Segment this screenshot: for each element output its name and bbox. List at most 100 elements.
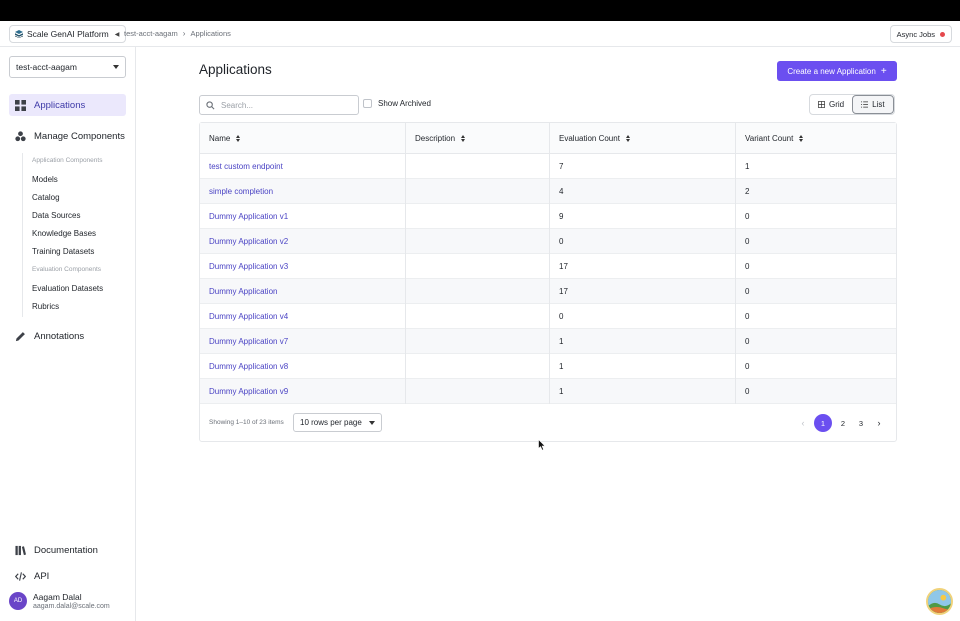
table-row[interactable]: Dummy Application 17 0 <box>200 279 896 304</box>
grid-view-icon <box>818 101 825 108</box>
user-email: aagam.dalal@scale.com <box>33 603 110 610</box>
app-components-heading: Application Components <box>32 157 103 164</box>
table-header: Name Description Evaluation Count Varian… <box>200 123 896 154</box>
search-box <box>199 95 359 115</box>
platform-switcher-button[interactable]: Scale GenAI Platform ◀ <box>9 25 127 43</box>
cell-description <box>406 304 550 329</box>
sort-icon <box>625 135 630 142</box>
column-header-label: Description <box>415 134 456 143</box>
show-archived-checkbox[interactable] <box>363 99 372 108</box>
eval-components-heading: Evaluation Components <box>32 266 102 273</box>
sidebar-item-rubrics[interactable]: Rubrics <box>32 302 59 311</box>
view-toggle: Grid List <box>809 94 895 115</box>
create-application-button[interactable]: Create a new Application + <box>777 61 897 81</box>
page-button-2[interactable]: 2 <box>836 416 850 430</box>
pagination-summary: Showing 1–10 of 23 items <box>209 419 284 426</box>
caret-left-icon: ◀ <box>114 31 120 38</box>
table-row[interactable]: test custom endpoint 7 1 <box>200 154 896 179</box>
application-name-link[interactable]: Dummy Application v2 <box>200 229 406 254</box>
column-header-label: Variant Count <box>745 134 794 143</box>
next-page-button[interactable]: › <box>872 416 886 430</box>
page-button-3[interactable]: 3 <box>854 416 868 430</box>
sidebar-item-catalog[interactable]: Catalog <box>32 193 60 202</box>
list-view-icon <box>861 101 869 108</box>
column-header-name[interactable]: Name <box>200 123 406 154</box>
search-icon <box>206 100 215 109</box>
table-row[interactable]: Dummy Application v2 0 0 <box>200 229 896 254</box>
list-view-button[interactable]: List <box>852 95 894 114</box>
application-name-link[interactable]: Dummy Application v9 <box>200 379 406 404</box>
list-view-label: List <box>872 100 885 109</box>
sidebar-item-evaluation-datasets[interactable]: Evaluation Datasets <box>32 284 103 293</box>
rows-per-page-select[interactable]: 10 rows per page <box>293 413 382 432</box>
platform-name: Scale GenAI Platform <box>27 29 109 39</box>
table-row[interactable]: Dummy Application v4 0 0 <box>200 304 896 329</box>
cell-description <box>406 329 550 354</box>
sidebar-item-manage-components[interactable]: Manage Components <box>9 125 126 147</box>
landscape-avatar-icon <box>928 590 951 613</box>
table-row[interactable]: Dummy Application v3 17 0 <box>200 254 896 279</box>
user-profile[interactable]: AD Aagam Dalal aagam.dalal@scale.com <box>9 592 110 610</box>
async-jobs-button[interactable]: Async Jobs <box>889 25 952 43</box>
caret-down-icon <box>369 420 375 425</box>
table-row[interactable]: simple completion 4 2 <box>200 179 896 204</box>
cell-evaluation-count: 1 <box>550 329 736 354</box>
sidebar-item-data-sources[interactable]: Data Sources <box>32 211 80 220</box>
sidebar-item-knowledge-bases[interactable]: Knowledge Bases <box>32 229 96 238</box>
account-select[interactable]: test-acct-aagam <box>9 56 126 78</box>
table-row[interactable]: Dummy Application v7 1 0 <box>200 329 896 354</box>
sidebar-item-models[interactable]: Models <box>32 175 58 184</box>
cell-description <box>406 354 550 379</box>
main-content: Applications Create a new Application + … <box>136 47 960 621</box>
column-header-evaluation-count[interactable]: Evaluation Count <box>550 123 736 154</box>
page-title: Applications <box>199 62 272 77</box>
table-row[interactable]: Dummy Application v1 9 0 <box>200 204 896 229</box>
app-header: Scale GenAI Platform ◀ test-acct-aagam ›… <box>0 21 960 47</box>
create-application-label: Create a new Application <box>787 66 876 76</box>
show-archived-toggle[interactable]: Show Archived <box>363 99 431 108</box>
cell-evaluation-count: 0 <box>550 304 736 329</box>
assistant-avatar-button[interactable] <box>926 588 953 615</box>
cell-description <box>406 279 550 304</box>
cell-variant-count: 0 <box>745 337 750 346</box>
cell-variant-count: 0 <box>745 262 750 271</box>
table-row[interactable]: Dummy Application v8 1 0 <box>200 354 896 379</box>
cell-variant-count: 0 <box>745 312 750 321</box>
sidebar-item-applications[interactable]: Applications <box>9 94 126 116</box>
cell-evaluation-count: 7 <box>550 154 736 179</box>
application-name-link[interactable]: Dummy Application v8 <box>200 354 406 379</box>
sort-icon <box>236 135 241 142</box>
application-name-link[interactable]: test custom endpoint <box>200 154 406 179</box>
breadcrumb-current: Applications <box>190 29 231 38</box>
cell-description <box>406 379 550 404</box>
cubes-icon <box>15 130 26 141</box>
rows-per-page-value: 10 rows per page <box>300 418 362 427</box>
application-name-link[interactable]: Dummy Application v1 <box>200 204 406 229</box>
column-header-label: Name <box>209 134 231 143</box>
sidebar-item-training-datasets[interactable]: Training Datasets <box>32 247 94 256</box>
column-header-description[interactable]: Description <box>406 123 550 154</box>
column-header-variant-count[interactable]: Variant Count <box>736 123 896 154</box>
sidebar-item-documentation[interactable]: Documentation <box>9 539 126 561</box>
breadcrumb-account[interactable]: test-acct-aagam <box>124 29 178 38</box>
application-name-link[interactable]: Dummy Application v7 <box>200 329 406 354</box>
page-button-1[interactable]: 1 <box>814 414 832 432</box>
grid-view-button[interactable]: Grid <box>810 95 852 114</box>
search-input[interactable] <box>221 100 351 110</box>
component-subtree: Application Components Models Catalog Da… <box>22 153 126 317</box>
application-name-link[interactable]: Dummy Application <box>200 279 406 304</box>
cell-evaluation-count: 1 <box>550 354 736 379</box>
application-name-link[interactable]: Dummy Application v3 <box>200 254 406 279</box>
previous-page-button[interactable]: ‹ <box>796 416 810 430</box>
sort-icon <box>799 135 804 142</box>
table-row[interactable]: Dummy Application v9 1 0 <box>200 379 896 404</box>
sidebar-item-label: Documentation <box>34 544 98 556</box>
application-name-link[interactable]: Dummy Application v4 <box>200 304 406 329</box>
sidebar-item-api[interactable]: API <box>9 565 126 587</box>
sidebar-item-annotations[interactable]: Annotations <box>9 325 126 347</box>
sidebar-item-label: API <box>34 570 50 582</box>
application-name-link[interactable]: simple completion <box>200 179 406 204</box>
pencil-icon <box>15 331 25 341</box>
books-icon <box>15 545 26 555</box>
cell-description <box>406 154 550 179</box>
